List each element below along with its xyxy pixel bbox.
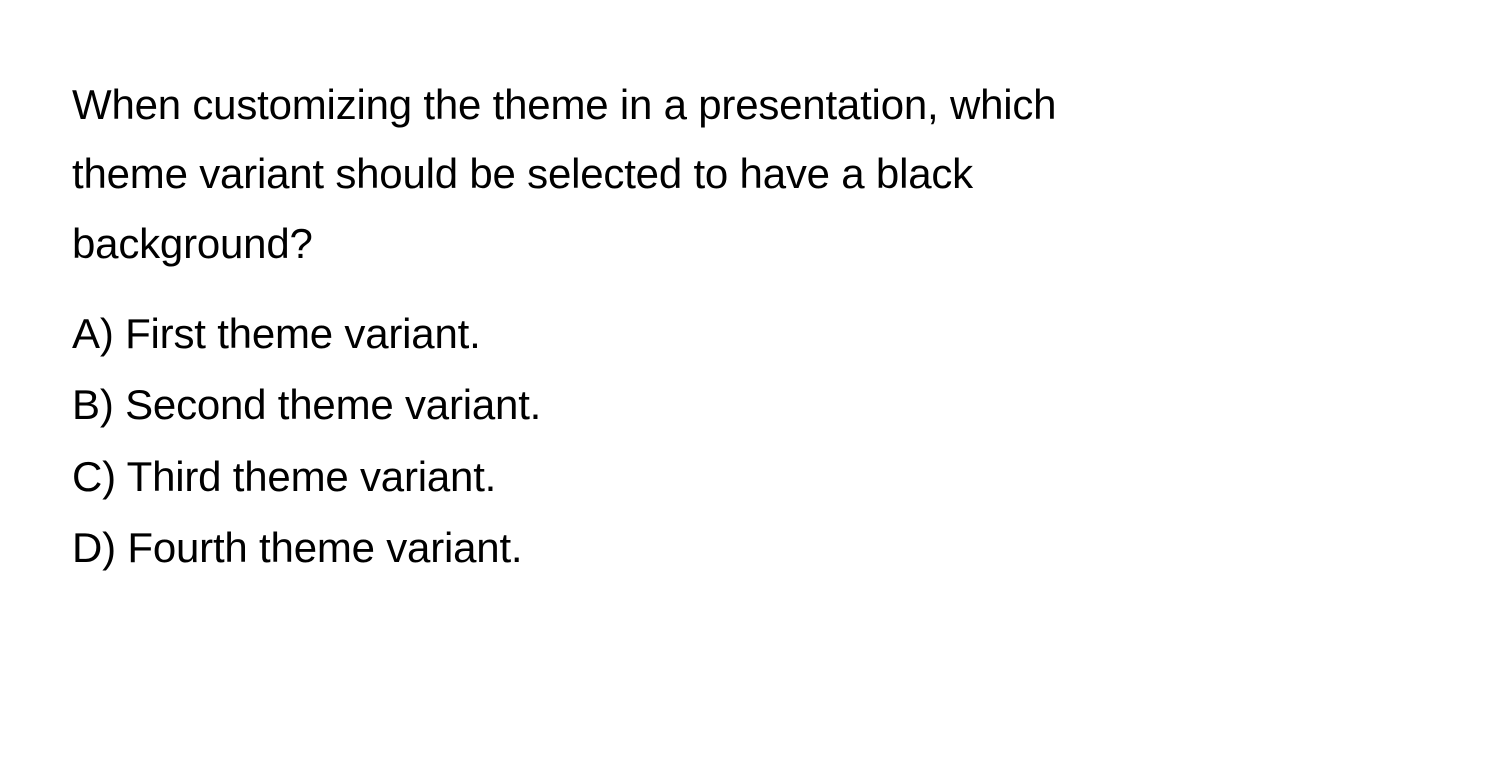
option-c: C) Third theme variant. [72,441,1500,512]
option-a-text: First theme variant. [125,310,480,357]
option-d: D) Fourth theme variant. [72,512,1500,583]
option-b-label: B) [72,381,114,428]
option-c-text: Third theme variant. [127,453,497,500]
option-b-text: Second theme variant. [125,381,541,428]
option-d-label: D) [72,524,116,571]
option-b: B) Second theme variant. [72,369,1500,440]
question-text: When customizing the theme in a presenta… [72,70,1172,278]
option-c-label: C) [72,453,116,500]
option-a: A) First theme variant. [72,298,1500,369]
option-d-text: Fourth theme variant. [127,524,522,571]
option-a-label: A) [72,310,114,357]
